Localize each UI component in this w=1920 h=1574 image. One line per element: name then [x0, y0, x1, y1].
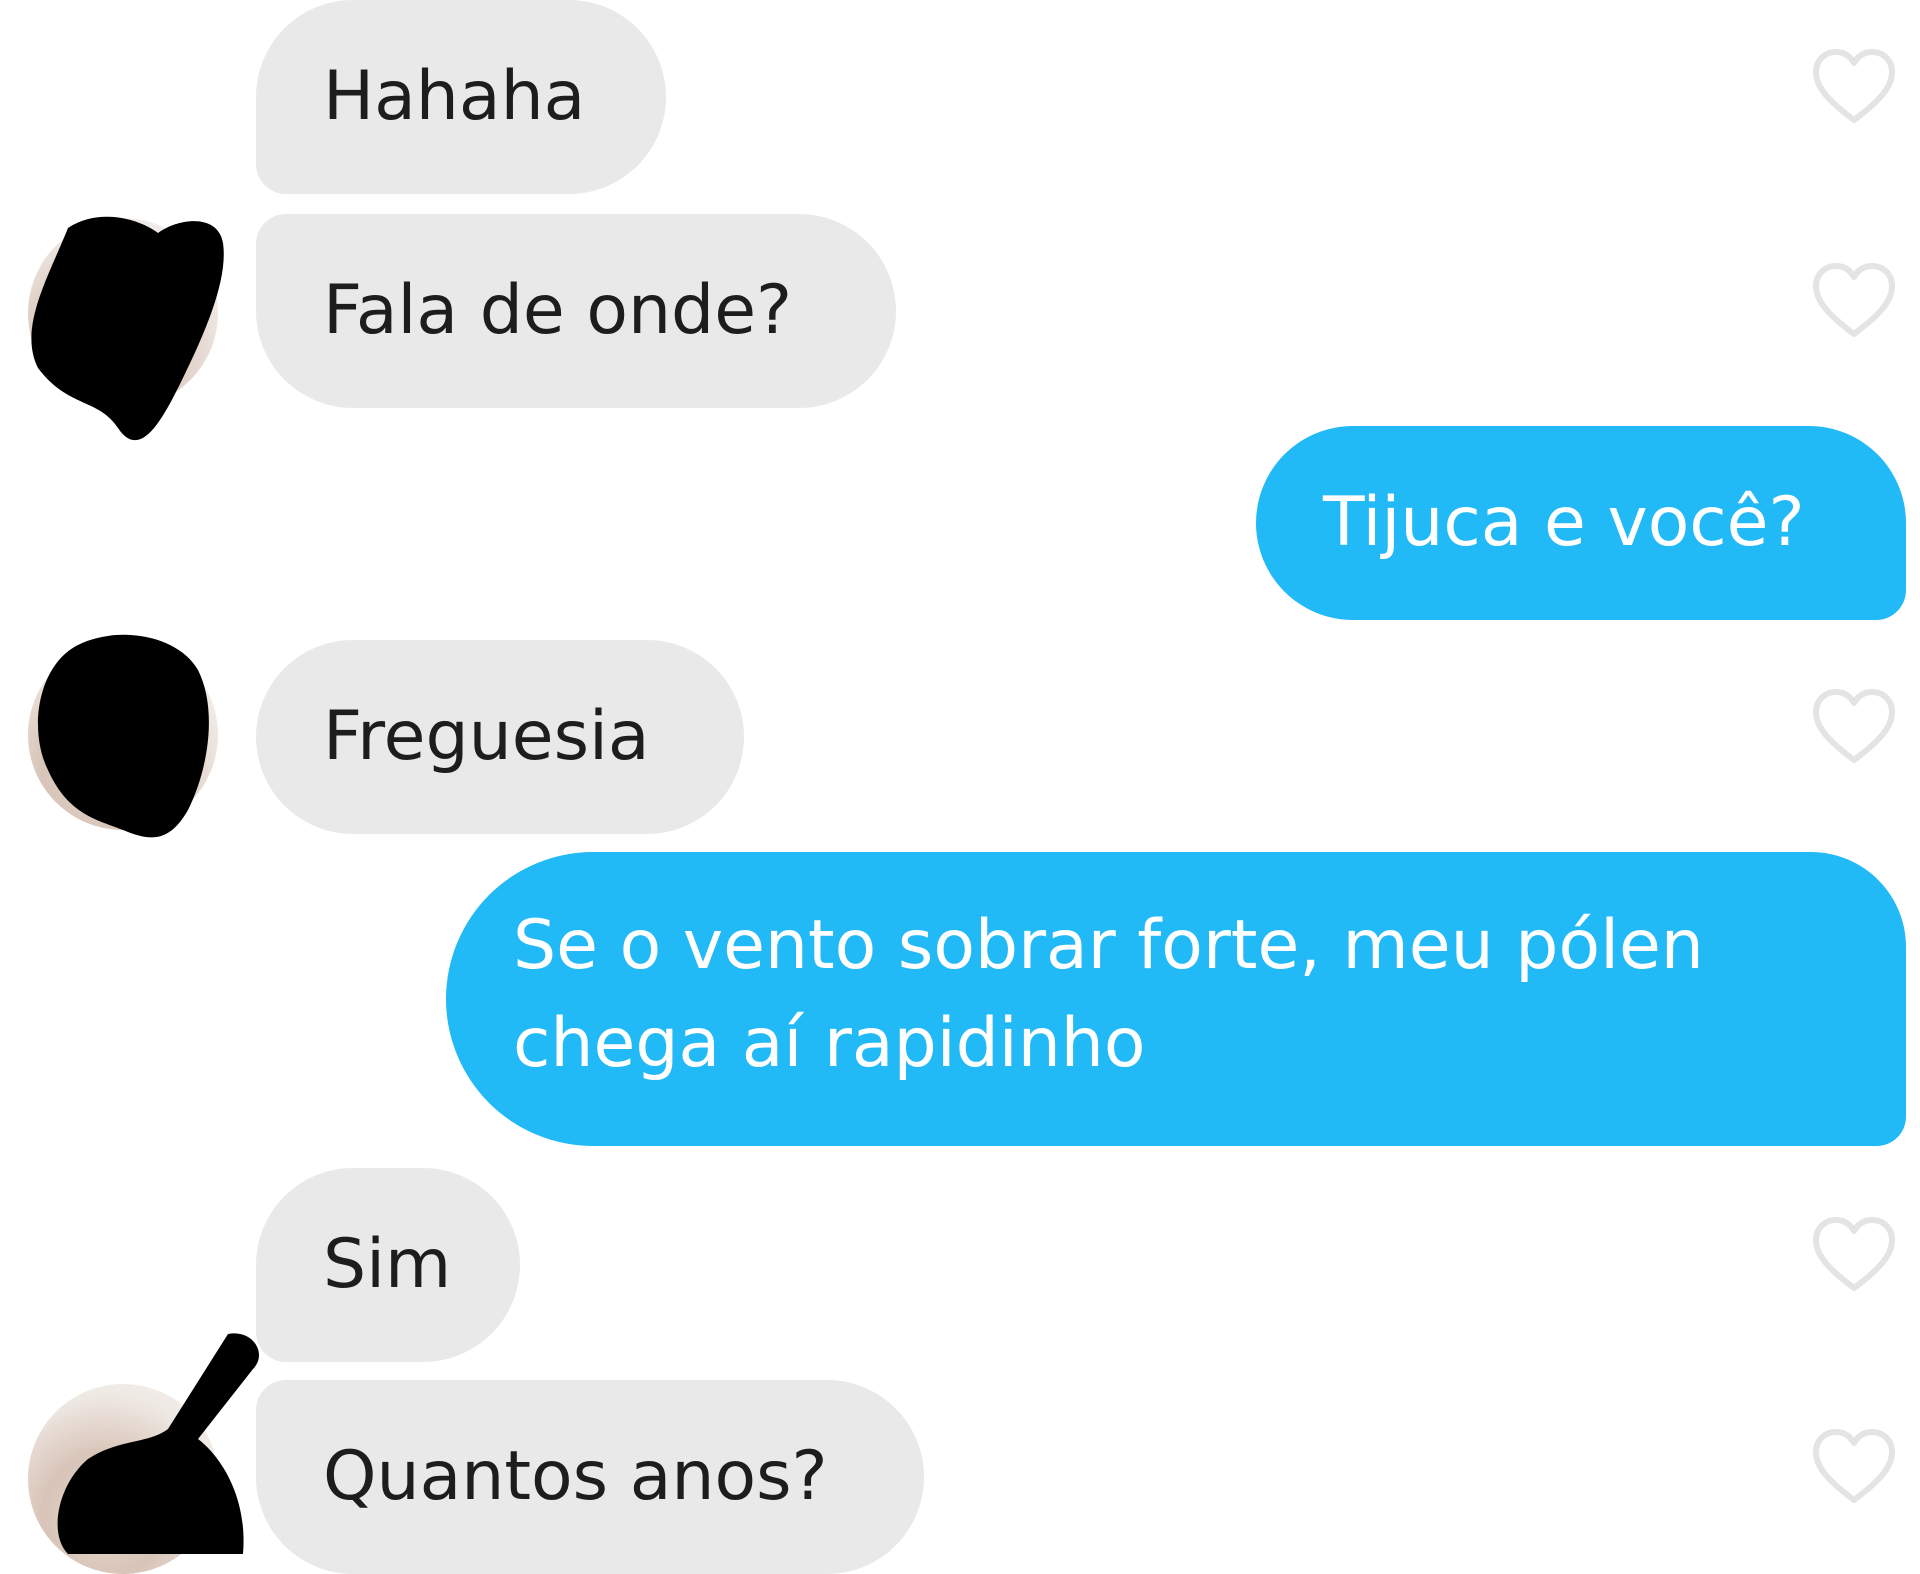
contact-avatar[interactable] — [28, 1333, 259, 1574]
redaction-mark — [31, 216, 224, 441]
heart-outline-icon[interactable] — [1810, 686, 1898, 766]
redaction-mark — [38, 634, 209, 838]
chat-thread: Hahaha Fala de onde? Tijuca e você? Freg… — [0, 0, 1920, 1574]
contact-avatar[interactable] — [28, 216, 224, 441]
heart-outline-icon[interactable] — [1810, 46, 1898, 126]
message-text: Tijuca e você? — [1323, 483, 1805, 562]
outgoing-message[interactable]: Tijuca e você? — [1256, 426, 1906, 620]
contact-avatar[interactable] — [28, 634, 218, 838]
redaction-mark — [57, 1333, 259, 1554]
heart-outline-icon[interactable] — [1810, 1426, 1898, 1506]
incoming-message[interactable]: Hahaha — [256, 0, 666, 194]
incoming-message[interactable]: Fala de onde? — [256, 214, 896, 408]
message-line-1: Se o vento sobrar forte, meu pólen — [513, 906, 1704, 985]
message-text: Fala de onde? — [323, 271, 793, 350]
heart-outline-icon[interactable] — [1810, 1214, 1898, 1294]
message-text: Sim — [323, 1225, 452, 1304]
incoming-message[interactable]: Quantos anos? — [256, 1380, 924, 1574]
outgoing-message[interactable]: Se o vento sobrar forte, meu pólen chega… — [446, 852, 1906, 1146]
message-text: Freguesia — [323, 697, 650, 776]
message-text: Hahaha — [323, 57, 586, 136]
incoming-message[interactable]: Sim — [256, 1168, 520, 1362]
incoming-message[interactable]: Freguesia — [256, 640, 744, 834]
message-line-2: chega aí rapidinho — [513, 1004, 1146, 1083]
heart-outline-icon[interactable] — [1810, 260, 1898, 340]
message-text: Quantos anos? — [323, 1437, 828, 1516]
